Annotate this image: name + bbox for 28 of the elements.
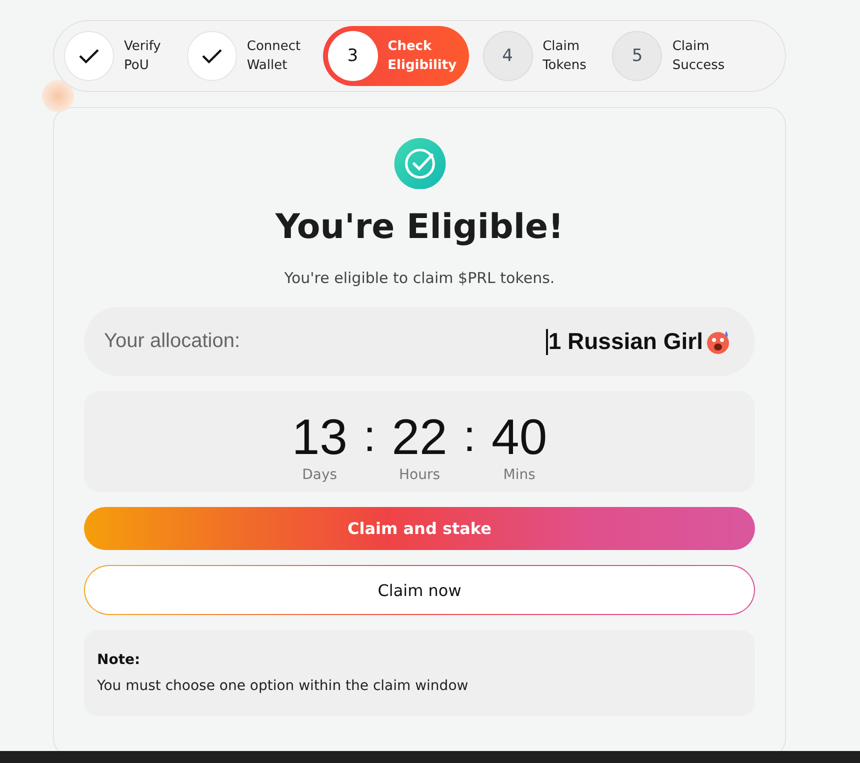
step-number: 3: [347, 46, 358, 66]
step-label: Verify PoU: [124, 38, 161, 75]
countdown-value: 22: [392, 408, 448, 465]
allocation-label: Your allocation:: [104, 330, 240, 354]
step-label: Claim Tokens: [542, 38, 586, 75]
claim-button[interactable]: Claim now: [84, 565, 755, 615]
eligible-subtitle: You're eligible to claim $PRL tokens.: [284, 269, 555, 288]
emoji-icon: [705, 328, 731, 355]
countdown-value: 13: [292, 408, 348, 465]
note-title: Note:: [97, 652, 142, 668]
step-label: Claim Success: [672, 38, 725, 75]
step-number: 5: [632, 46, 643, 66]
countdown-value: 40: [492, 408, 548, 465]
countdown-unit: Days: [302, 466, 338, 483]
check-icon: [78, 47, 100, 65]
countdown-separator: :: [363, 410, 376, 463]
countdown-separator: :: [463, 410, 476, 463]
countdown-unit: Hours: [398, 466, 440, 483]
note-text: You must choose one option within the claim window: [97, 678, 470, 694]
step-label: Connect Wallet: [246, 38, 301, 75]
step-number: 4: [502, 46, 513, 66]
text-cursor: [546, 328, 548, 355]
check-icon: [200, 47, 223, 65]
claim-stake-button[interactable]: Claim and stake: [84, 506, 755, 550]
countdown-unit: Mins: [503, 466, 536, 483]
step-label: Check Eligibility: [388, 38, 457, 75]
eligible-title: You're Eligible!: [275, 207, 564, 248]
allocation-value: 1 Russian Girl: [548, 328, 703, 356]
